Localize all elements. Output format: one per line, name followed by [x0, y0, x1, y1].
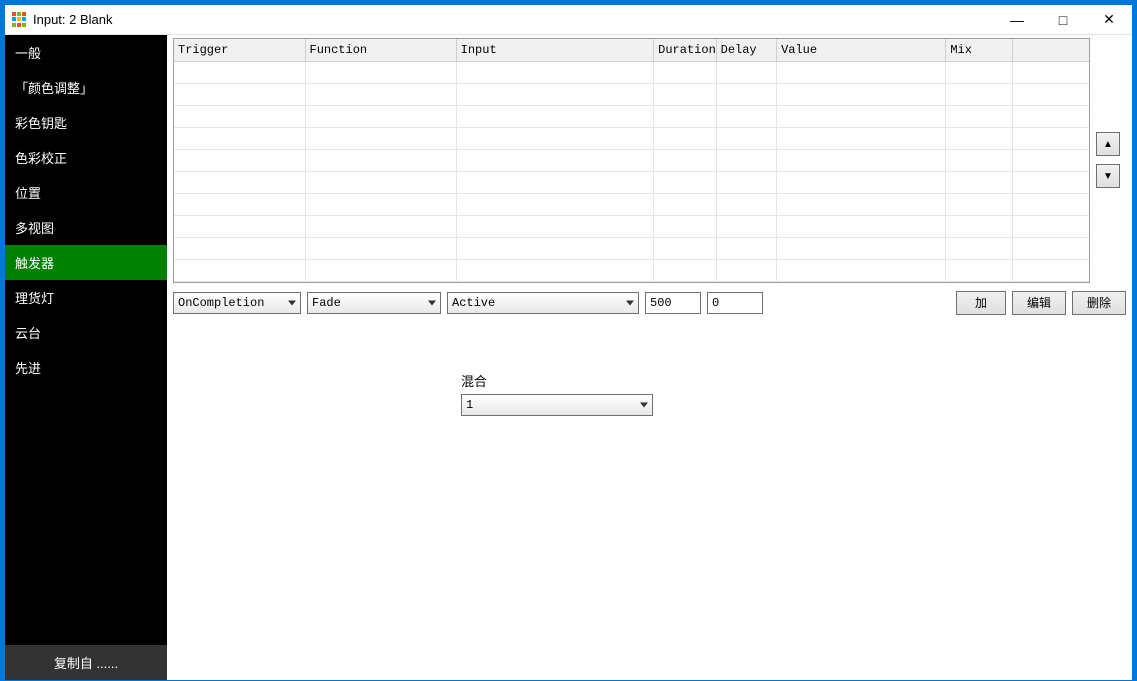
input-select[interactable]: Active: [447, 292, 639, 314]
app-icon: [11, 12, 27, 28]
window: Input: 2 Blank — □ ✕ 一般「颜色调整」彩色钥匙色彩校正位置多…: [4, 4, 1133, 681]
table-row[interactable]: [174, 149, 1089, 171]
move-up-button[interactable]: ▲: [1096, 132, 1120, 156]
move-down-button[interactable]: ▼: [1096, 164, 1120, 188]
grid-header[interactable]: Duration: [654, 39, 716, 61]
sidebar: 一般「颜色调整」彩色钥匙色彩校正位置多视图触发器理货灯云台先进 复制自 ....…: [5, 35, 167, 680]
grid-header[interactable]: Trigger: [174, 39, 305, 61]
window-controls: — □ ✕: [994, 5, 1132, 35]
sidebar-item-3[interactable]: 色彩校正: [5, 140, 167, 175]
grid-header[interactable]: Mix: [946, 39, 1013, 61]
table-row[interactable]: [174, 215, 1089, 237]
sidebar-item-9[interactable]: 先进: [5, 350, 167, 385]
controls-row: OnCompletion Fade Active 500 0 加 编辑 删除: [173, 291, 1126, 315]
grid-header[interactable]: Input: [456, 39, 654, 61]
sidebar-item-4[interactable]: 位置: [5, 175, 167, 210]
duration-input[interactable]: 500: [645, 292, 701, 314]
main-panel: TriggerFunctionInputDurationDelayValueMi…: [167, 35, 1132, 680]
mix-select[interactable]: 1: [461, 394, 653, 416]
reorder-buttons: ▲ ▼: [1096, 38, 1126, 283]
sidebar-item-2[interactable]: 彩色钥匙: [5, 105, 167, 140]
sidebar-copy-from[interactable]: 复制自 ......: [5, 645, 167, 680]
grid-header[interactable]: Value: [777, 39, 946, 61]
table-row[interactable]: [174, 105, 1089, 127]
close-button[interactable]: ✕: [1086, 5, 1132, 35]
table-row[interactable]: [174, 237, 1089, 259]
mix-label: 混合: [461, 371, 1126, 390]
mix-section: 混合 1: [461, 371, 1126, 416]
table-row[interactable]: [174, 61, 1089, 83]
grid-header[interactable]: Function: [305, 39, 456, 61]
sidebar-item-0[interactable]: 一般: [5, 35, 167, 70]
delay-input[interactable]: 0: [707, 292, 763, 314]
table-row[interactable]: [174, 259, 1089, 281]
grid-header[interactable]: Delay: [716, 39, 776, 61]
body: 一般「颜色调整」彩色钥匙色彩校正位置多视图触发器理货灯云台先进 复制自 ....…: [5, 35, 1132, 680]
titlebar: Input: 2 Blank — □ ✕: [5, 5, 1132, 35]
table-row[interactable]: [174, 83, 1089, 105]
sidebar-item-5[interactable]: 多视图: [5, 210, 167, 245]
maximize-button[interactable]: □: [1040, 5, 1086, 35]
table-row[interactable]: [174, 171, 1089, 193]
sidebar-item-1[interactable]: 「颜色调整」: [5, 70, 167, 105]
sidebar-item-6[interactable]: 触发器: [5, 245, 167, 280]
delete-button[interactable]: 删除: [1072, 291, 1126, 315]
sidebar-item-8[interactable]: 云台: [5, 315, 167, 350]
sidebar-item-7[interactable]: 理货灯: [5, 280, 167, 315]
add-button[interactable]: 加: [956, 291, 1006, 315]
minimize-button[interactable]: —: [994, 5, 1040, 35]
function-select[interactable]: Fade: [307, 292, 441, 314]
edit-button[interactable]: 编辑: [1012, 291, 1066, 315]
triggers-grid[interactable]: TriggerFunctionInputDurationDelayValueMi…: [173, 38, 1090, 283]
table-row[interactable]: [174, 193, 1089, 215]
trigger-select[interactable]: OnCompletion: [173, 292, 301, 314]
window-title: Input: 2 Blank: [33, 12, 113, 27]
grid-header[interactable]: [1012, 39, 1089, 61]
table-row[interactable]: [174, 127, 1089, 149]
